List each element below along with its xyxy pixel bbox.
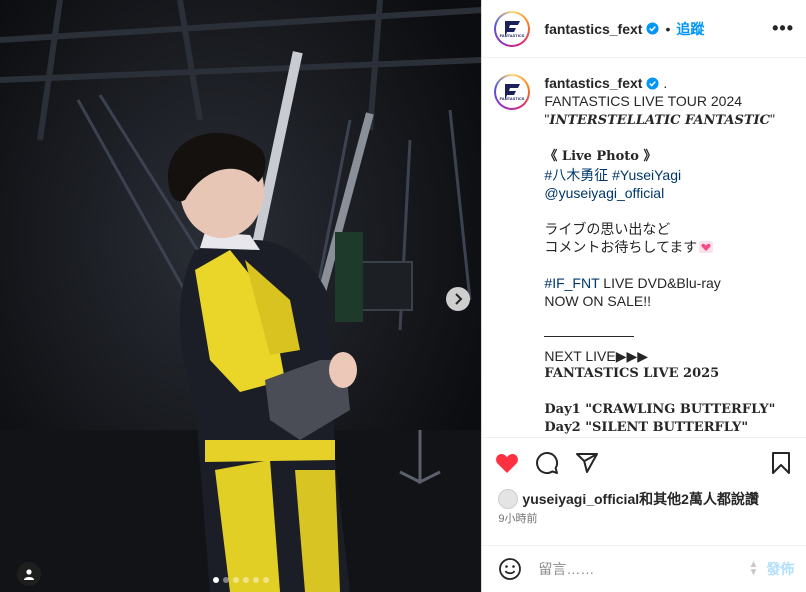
verified-icon	[646, 22, 659, 35]
caption-line: FANTASTICS LIVE 2025	[544, 366, 720, 381]
caption-line: NEXT LIVE▶▶▶	[544, 348, 649, 364]
hashtag-link[interactable]: #八木勇征	[544, 167, 608, 183]
like-button[interactable]	[494, 450, 520, 476]
caption-section[interactable]: FANTASTICS fantastics_fext . FANTASTICS L…	[482, 58, 806, 438]
carousel-indicator	[213, 577, 269, 583]
follow-button[interactable]: 追蹤	[676, 19, 704, 39]
quote-close: "	[769, 111, 775, 127]
concert-photo	[0, 0, 482, 592]
carousel-dot	[223, 577, 229, 583]
bookmark-icon	[772, 452, 790, 474]
comment-input[interactable]	[536, 560, 749, 578]
emoji-icon[interactable]	[498, 557, 522, 581]
action-bar	[482, 438, 806, 488]
save-button[interactable]	[768, 450, 794, 476]
next-slide-button[interactable]	[446, 287, 470, 311]
divider	[544, 328, 635, 337]
mention-link[interactable]: @yuseiyagi_official	[544, 184, 775, 202]
hashtag-link[interactable]: #YuseiYagi	[612, 167, 681, 183]
carousel-dot	[213, 577, 219, 583]
comment-icon	[536, 452, 559, 474]
verified-icon	[646, 77, 659, 90]
header-username[interactable]: fantastics_fext	[544, 21, 642, 37]
caption-line: Day2 "SILENT BUTTERFLY"	[544, 420, 749, 435]
caption-line: コメントお待ちしてます	[544, 239, 698, 255]
caption-line: LIVE DVD&Blu-ray	[599, 275, 721, 291]
caption-dot: .	[659, 75, 668, 91]
carousel-dot	[233, 577, 239, 583]
brand-logo: FANTASTICS	[500, 20, 525, 38]
caption-line: FANTASTICS LIVE TOUR 2024	[544, 93, 743, 109]
share-icon	[576, 453, 599, 473]
caption-username[interactable]: fantastics_fext	[544, 75, 642, 91]
share-button[interactable]	[574, 450, 600, 476]
logo-text: FANTASTICS	[500, 96, 525, 101]
post-timestamp[interactable]: 9小時前	[482, 510, 806, 528]
post-side-panel: FANTASTICS fantastics_fext • 追蹤 ••• FANT…	[481, 0, 806, 592]
heart-emoji-icon	[699, 241, 714, 253]
brand-logo: FANTASTICS	[500, 84, 525, 101]
separator: •	[665, 20, 671, 37]
carousel-dot	[243, 577, 249, 583]
logo-text: FANTASTICS	[500, 33, 525, 38]
comment-button[interactable]	[534, 450, 560, 476]
liker-avatar[interactable]	[498, 489, 519, 509]
post-container: FANTASTICS fantastics_fext • 追蹤 ••• FANT…	[0, 0, 806, 592]
comment-bar: ▲▼ 發佈	[482, 545, 806, 592]
avatar[interactable]: FANTASTICS	[494, 10, 531, 47]
more-options-button[interactable]: •••	[772, 18, 794, 39]
caption-line: Day1 "CRAWLING BUTTERFLY"	[544, 402, 776, 417]
carousel-dot	[263, 577, 269, 583]
caption-line: 《 Live Photo 》	[544, 149, 657, 164]
post-header: FANTASTICS fantastics_fext • 追蹤 •••	[482, 0, 806, 58]
tour-title: INTERSTELLATIC FANTASTIC	[549, 113, 770, 128]
caption-text: fantastics_fext . FANTASTICS LIVE TOUR 20…	[544, 74, 775, 437]
resize-arrows-icon: ▲ ▼	[748, 559, 759, 578]
caption-line: NOW ON SALE!!	[544, 293, 651, 309]
chevron-right-icon	[455, 293, 463, 305]
more-icon: •••	[772, 18, 794, 38]
hashtag-link[interactable]: #IF_FNT	[544, 275, 599, 291]
heart-icon	[496, 454, 519, 473]
carousel-dot	[253, 577, 259, 583]
user-tags-button[interactable]	[17, 562, 41, 586]
user-tag-icon	[24, 569, 34, 580]
caption-avatar[interactable]: FANTASTICS	[494, 74, 531, 110]
post-comment-button[interactable]: 發佈	[766, 559, 794, 579]
likes-text[interactable]: yuseiyagi_official和其他2萬人都說讚	[522, 489, 759, 509]
post-media[interactable]	[0, 0, 482, 592]
likes-summary[interactable]: yuseiyagi_official和其他2萬人都說讚	[482, 488, 806, 510]
caption-line: ライブの思い出など	[544, 221, 671, 237]
